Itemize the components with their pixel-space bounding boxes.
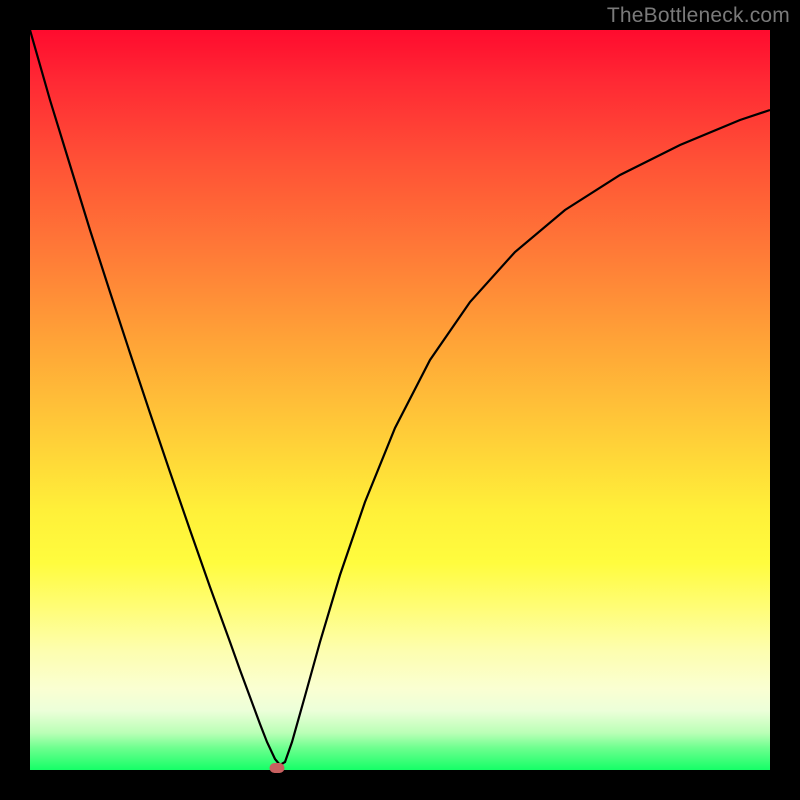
bottleneck-curve [30, 30, 770, 765]
watermark-text: TheBottleneck.com [607, 4, 790, 28]
chart-frame: TheBottleneck.com [0, 0, 800, 800]
plot-area [30, 30, 770, 770]
minimum-marker [270, 763, 285, 773]
curve-svg [30, 30, 770, 770]
